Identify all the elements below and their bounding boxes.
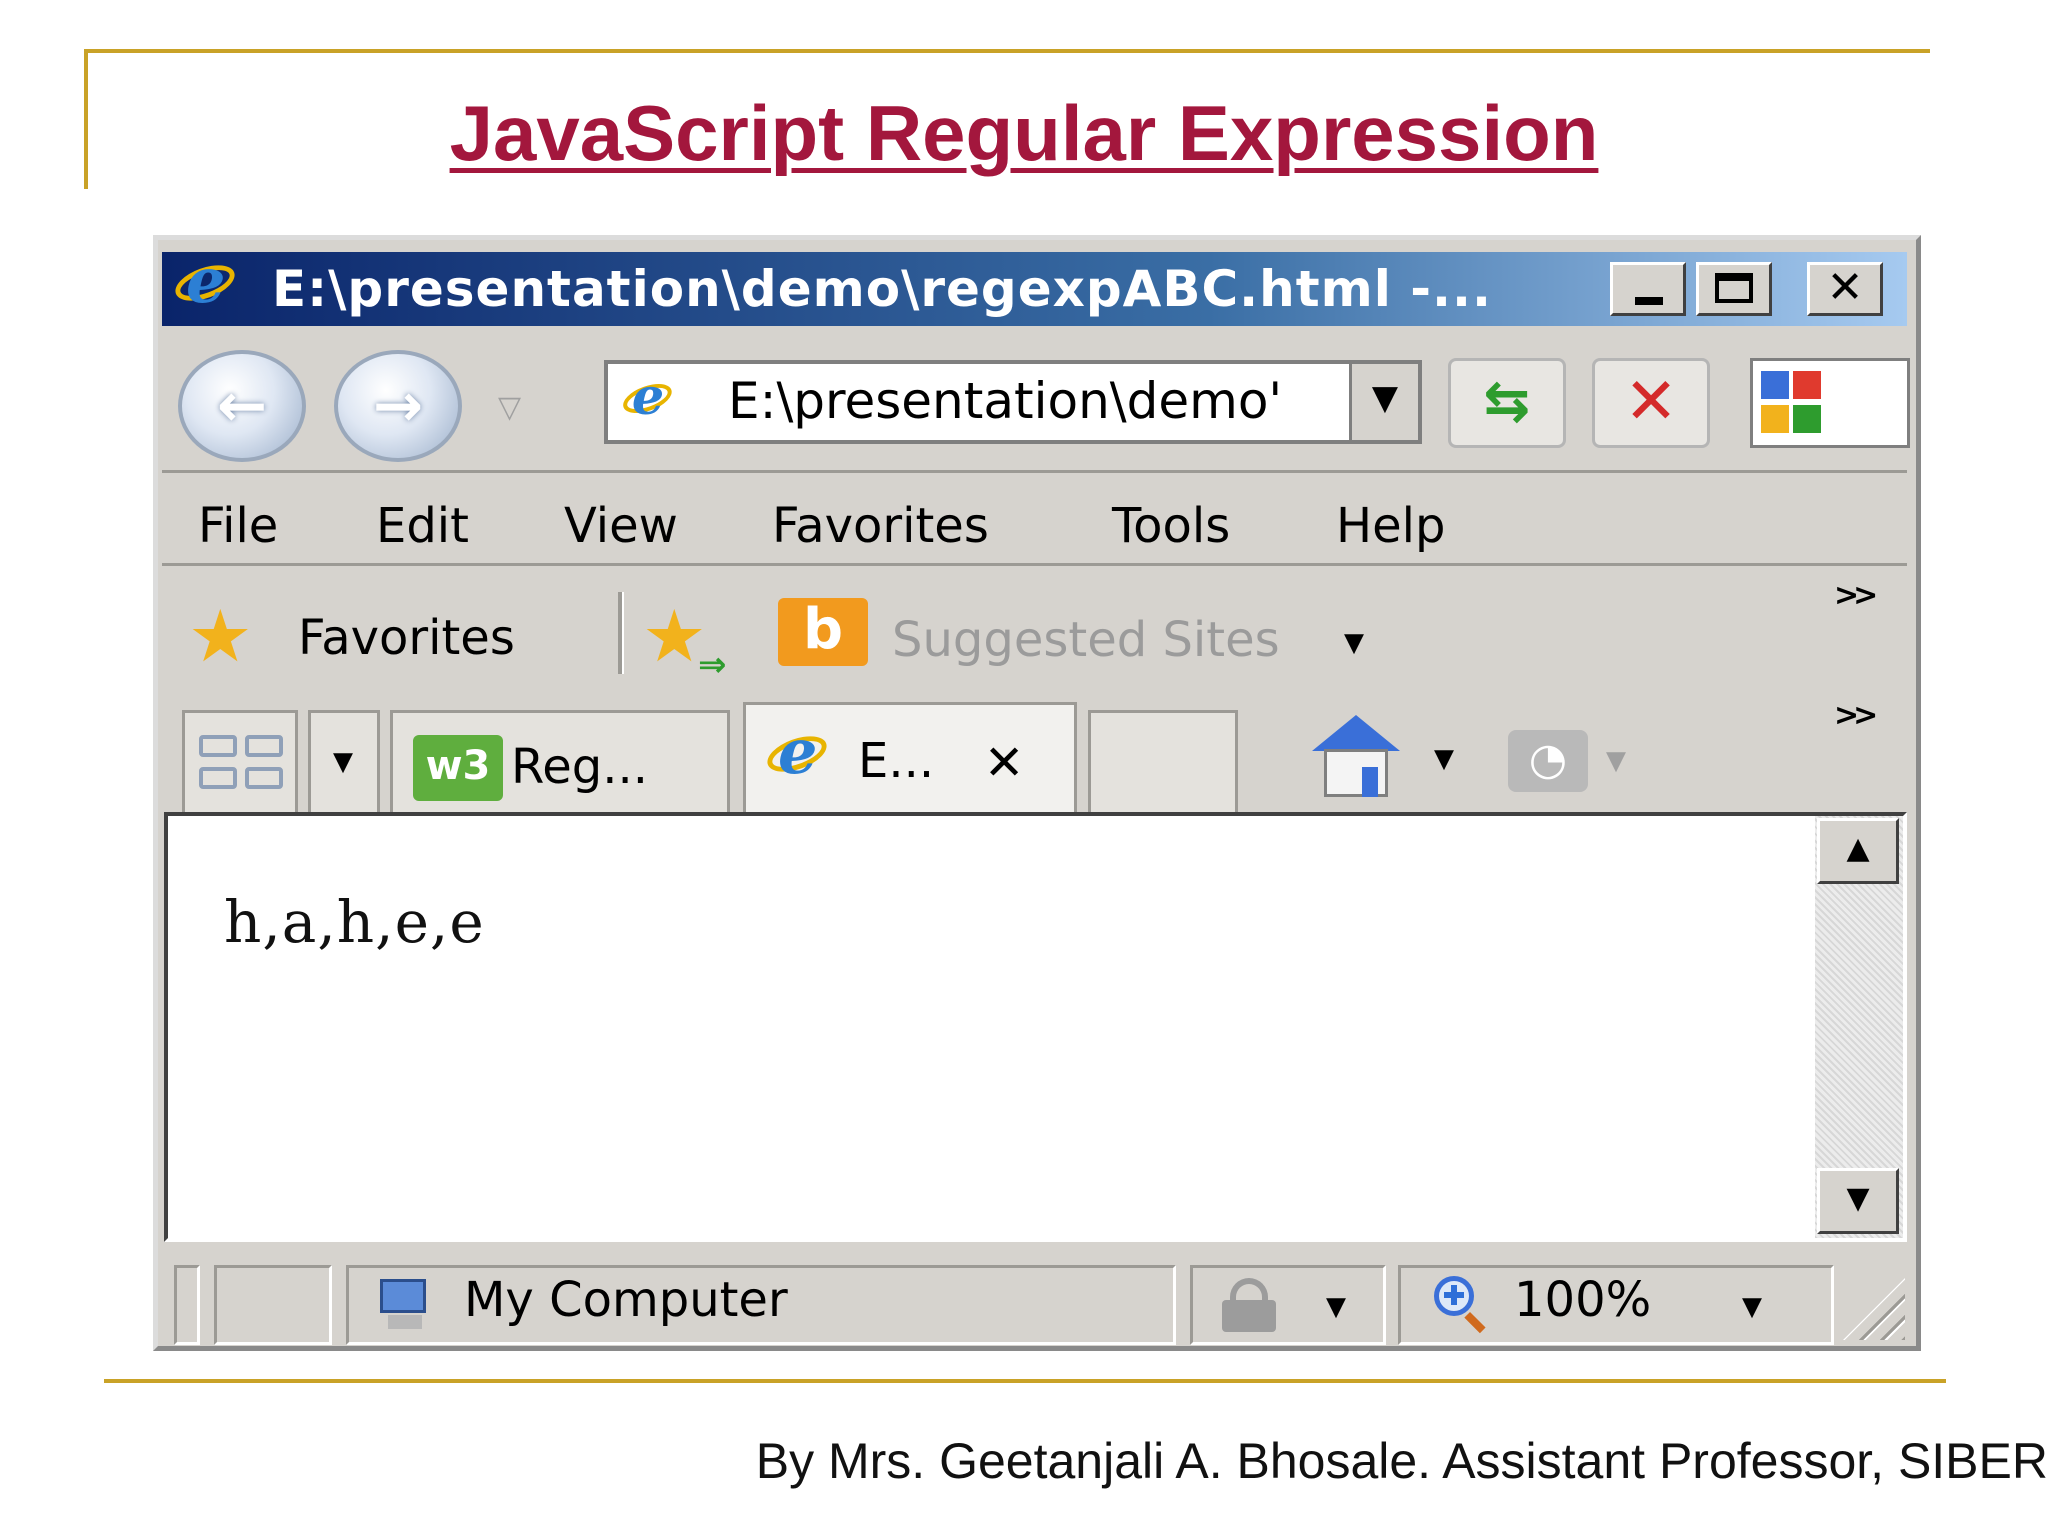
tab-close-icon[interactable]: ✕ bbox=[984, 735, 1024, 791]
zoom-level: 100% bbox=[1514, 1272, 1652, 1328]
title-bar[interactable]: e E:\presentation\demo\regexpABC.html -.… bbox=[162, 250, 1907, 326]
rss-dropdown[interactable]: ▼ bbox=[1606, 746, 1626, 776]
close-button[interactable]: ✕ bbox=[1807, 262, 1883, 316]
vertical-scrollbar[interactable]: ▲ ▼ bbox=[1815, 816, 1903, 1238]
scroll-up-button[interactable]: ▲ bbox=[1817, 818, 1899, 884]
back-icon: ← bbox=[216, 371, 268, 441]
favorites-button[interactable]: Favorites bbox=[298, 610, 515, 666]
bing-icon: b bbox=[778, 598, 868, 666]
star-icon[interactable]: ★ bbox=[188, 600, 253, 672]
lock-icon bbox=[1218, 1278, 1288, 1332]
tab-active-label: E... bbox=[858, 733, 935, 789]
favorites-separator bbox=[618, 592, 624, 674]
menu-separator bbox=[162, 563, 1907, 566]
ie-page-icon: e bbox=[619, 371, 676, 424]
stop-button[interactable]: ✕ bbox=[1592, 358, 1710, 448]
status-blank-cell bbox=[214, 1265, 332, 1345]
menu-tools[interactable]: Tools bbox=[1112, 498, 1230, 554]
menu-view[interactable]: View bbox=[564, 498, 678, 554]
search-box[interactable] bbox=[1750, 358, 1910, 448]
ie-tab-icon: e bbox=[762, 721, 832, 785]
command-overflow-chevron-icon[interactable]: >> bbox=[1834, 698, 1878, 733]
tab-list-button[interactable]: ▼ bbox=[308, 710, 380, 812]
suggested-sites-dropdown[interactable]: ▼ bbox=[1344, 628, 1364, 658]
resize-grip-icon[interactable] bbox=[1843, 1278, 1905, 1340]
gold-rule-top bbox=[84, 49, 1930, 53]
forward-icon: → bbox=[372, 371, 424, 441]
page-icon: e bbox=[618, 371, 678, 434]
new-tab-button[interactable] bbox=[1088, 710, 1238, 812]
slide-title: JavaScript Regular Expression bbox=[449, 89, 1599, 177]
menu-help[interactable]: Help bbox=[1336, 498, 1445, 554]
menu-file[interactable]: File bbox=[198, 498, 278, 554]
page-content: h,a,h,e,e ▲ ▼ bbox=[164, 812, 1907, 1242]
address-bar[interactable]: e E:\presentation\demo' ▼ bbox=[604, 360, 1422, 444]
suggested-sites-link[interactable]: Suggested Sites bbox=[892, 612, 1280, 668]
zone-label: My Computer bbox=[464, 1272, 788, 1328]
quick-tabs-button[interactable] bbox=[182, 710, 298, 812]
maximize-button[interactable] bbox=[1696, 262, 1772, 316]
minimize-button[interactable] bbox=[1610, 262, 1686, 316]
home-dropdown[interactable]: ▼ bbox=[1434, 744, 1454, 774]
zoom-icon bbox=[1434, 1276, 1496, 1334]
toolbar-separator bbox=[162, 470, 1907, 473]
regex-output: h,a,h,e,e bbox=[224, 888, 485, 956]
protected-mode-dropdown[interactable]: ▼ bbox=[1326, 1292, 1346, 1322]
ie-logo-icon: e bbox=[170, 250, 240, 314]
address-input[interactable]: E:\presentation\demo' bbox=[728, 372, 1282, 430]
browser-window: e E:\presentation\demo\regexpABC.html -.… bbox=[153, 235, 1921, 1351]
slide-footer: By Mrs. Geetanjali A. Bhosale. Assistant… bbox=[755, 1433, 2048, 1489]
w3schools-icon: w3 bbox=[413, 735, 503, 801]
add-arrow-icon: ⇒ bbox=[698, 645, 727, 685]
refresh-button[interactable]: ⇆ bbox=[1448, 358, 1566, 448]
chevron-down-icon: ▼ bbox=[333, 747, 353, 777]
zoom-dropdown[interactable]: ▼ bbox=[1742, 1292, 1762, 1322]
scroll-down-button[interactable]: ▼ bbox=[1817, 1168, 1899, 1234]
stop-icon: ✕ bbox=[1624, 365, 1678, 439]
rss-icon[interactable]: ◔ bbox=[1508, 730, 1588, 792]
tab-active[interactable]: e E... ✕ bbox=[743, 702, 1077, 812]
address-dropdown-button[interactable]: ▼ bbox=[1349, 364, 1418, 440]
recent-pages-dropdown[interactable]: ▽ bbox=[498, 390, 521, 425]
home-icon[interactable] bbox=[1308, 715, 1404, 801]
status-progress-cell bbox=[174, 1265, 200, 1345]
computer-icon bbox=[374, 1277, 434, 1335]
forward-button[interactable]: → bbox=[334, 350, 462, 462]
tab-regex-label: Reg... bbox=[511, 739, 648, 795]
refresh-icon: ⇆ bbox=[1483, 369, 1531, 434]
menu-edit[interactable]: Edit bbox=[376, 498, 469, 554]
gold-rule-bottom bbox=[104, 1379, 1946, 1383]
favorites-overflow-chevron-icon[interactable]: >> bbox=[1834, 578, 1878, 613]
tab-regex[interactable]: w3 Reg... bbox=[390, 710, 730, 812]
back-button[interactable]: ← bbox=[178, 350, 306, 462]
google-icon bbox=[1761, 371, 1845, 437]
window-title: E:\presentation\demo\regexpABC.html -... bbox=[272, 260, 1493, 318]
add-favorite-icon[interactable]: ★ bbox=[642, 600, 707, 672]
menu-favorites[interactable]: Favorites bbox=[772, 498, 989, 554]
